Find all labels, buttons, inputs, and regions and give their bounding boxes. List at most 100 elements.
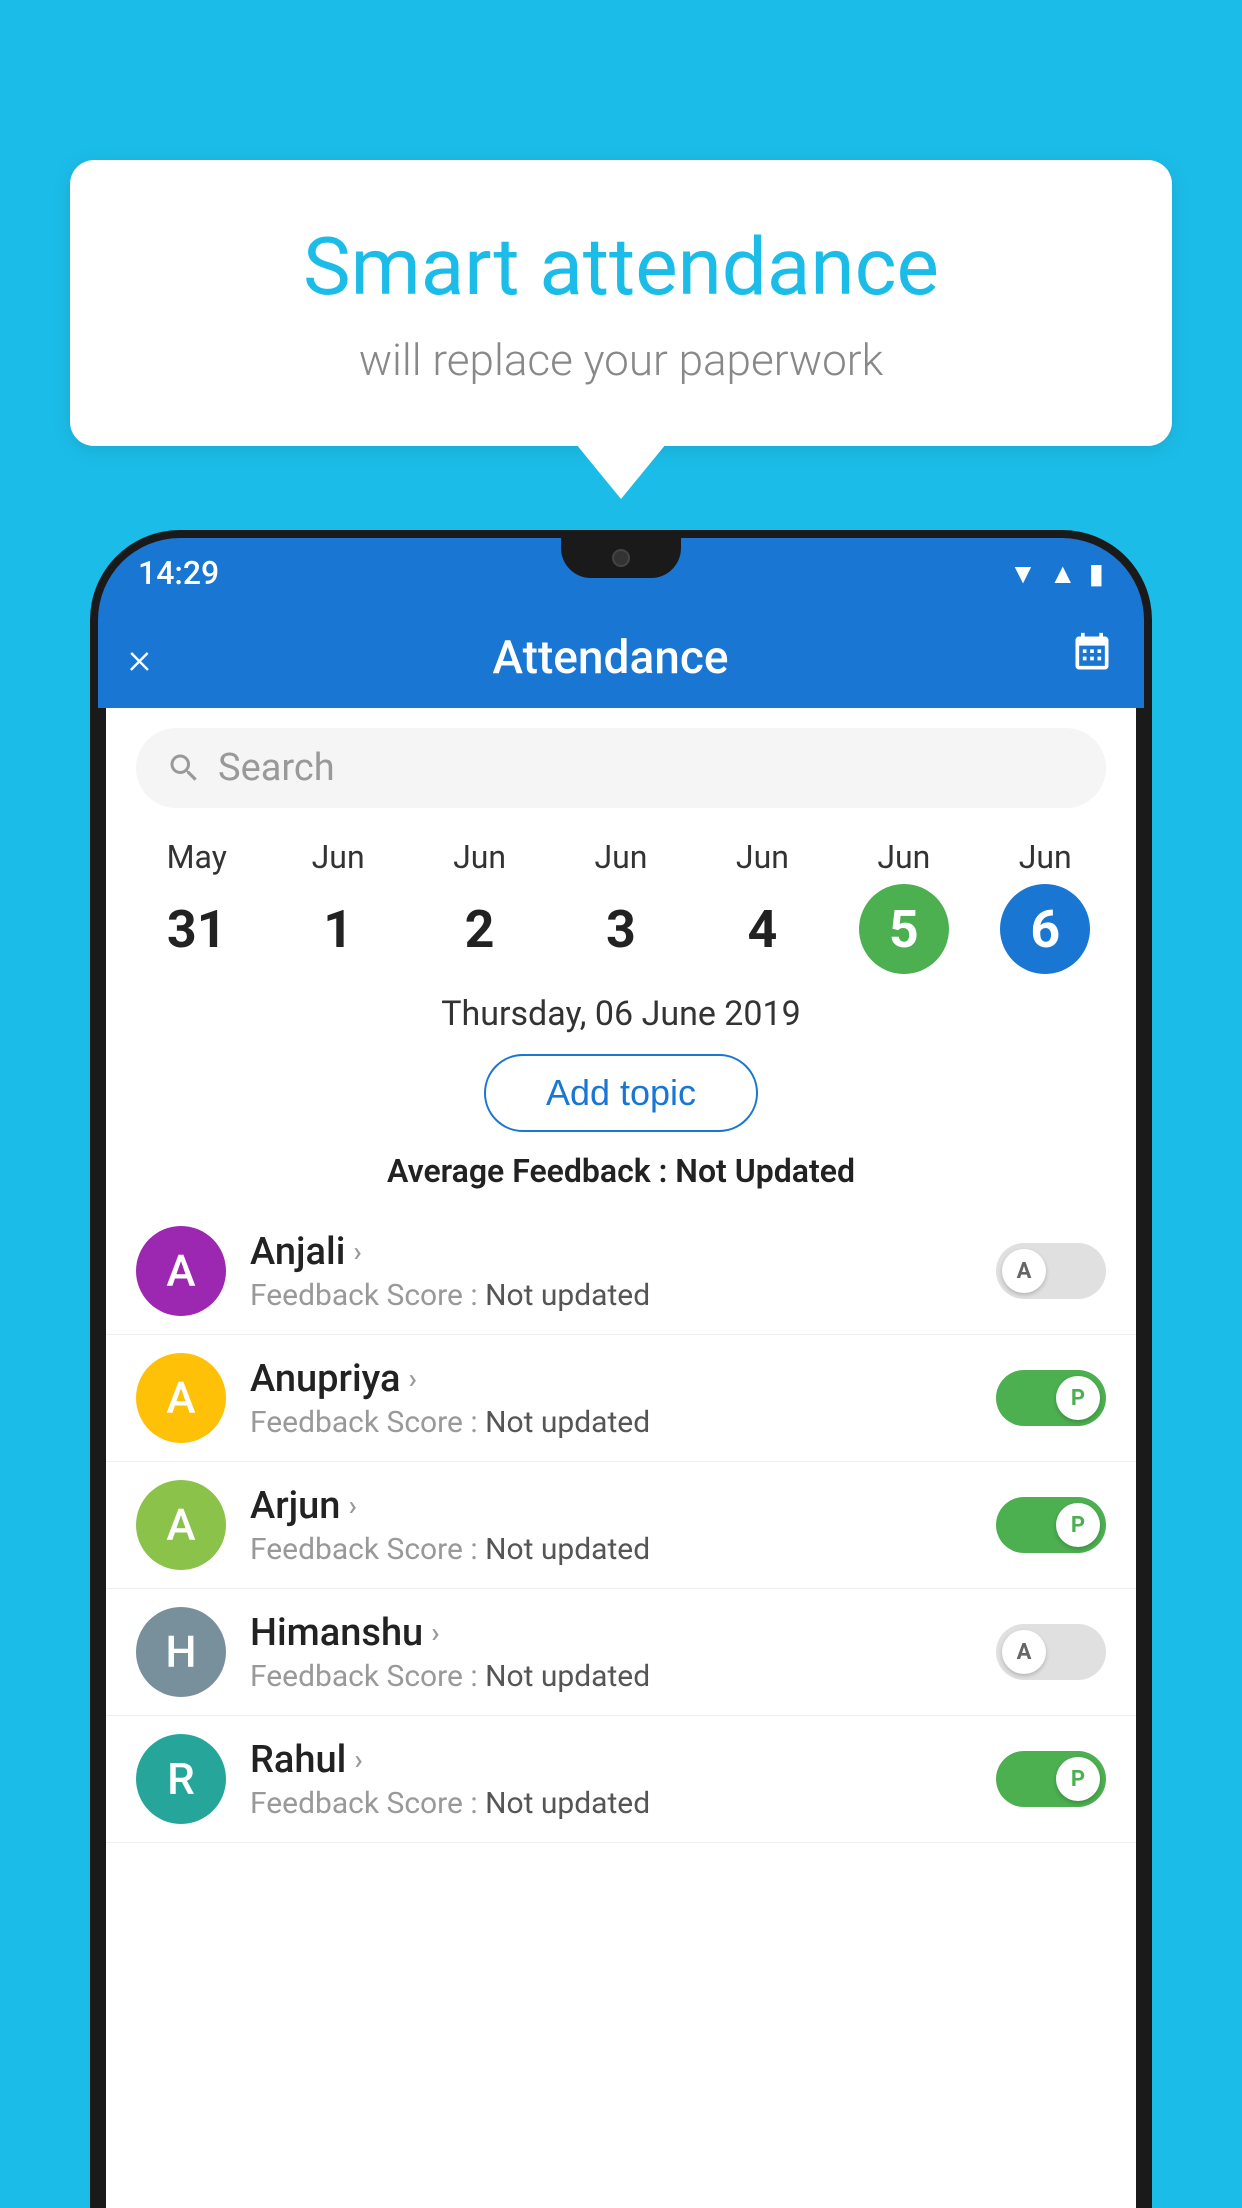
speech-bubble: Smart attendance will replace your paper… [70, 160, 1172, 446]
feedback-average-label: Average Feedback : [387, 1152, 667, 1190]
feedback-value-3: Not updated [485, 1659, 650, 1694]
battery-icon: ▮ [1089, 557, 1104, 590]
student-list: AAnjali ›Feedback Score : Not updatedAAA… [106, 1208, 1136, 1843]
calendar-day-1[interactable]: Jun 1 [288, 838, 388, 974]
student-feedback-4: Feedback Score : Not updated [250, 1786, 972, 1821]
student-item-0[interactable]: A Anjali › Feedback Score : Not updated A [106, 1208, 1136, 1335]
toggle-knob-4: P [1056, 1757, 1100, 1801]
search-bar-container: Search [106, 708, 1136, 828]
feedback-average: Average Feedback : Not Updated [106, 1142, 1136, 1208]
calendar-day-6[interactable]: Jun 6 [995, 838, 1095, 974]
selected-date-label: Thursday, 06 June 2019 [106, 974, 1136, 1044]
search-input[interactable]: Search [136, 728, 1106, 808]
calendar-month-1: Jun [312, 838, 365, 876]
toggle-container-0[interactable]: A [996, 1243, 1106, 1299]
student-avatar-2: A [136, 1480, 226, 1570]
wifi-icon: ▼ [1009, 557, 1037, 590]
calendar-date-0[interactable]: 31 [152, 884, 242, 974]
student-avatar-0: A [136, 1226, 226, 1316]
student-feedback-0: Feedback Score : Not updated [250, 1278, 972, 1313]
student-info-4: Rahul ›Feedback Score : Not updated [250, 1738, 972, 1821]
student-name-2: Arjun › [250, 1484, 972, 1528]
chevron-icon-2: › [348, 1489, 356, 1522]
calendar-day-4[interactable]: Jun 4 [712, 838, 812, 974]
student-item-1[interactable]: A Anupriya › Feedback Score : Not updated P [106, 1335, 1136, 1462]
calendar-month-5: Jun [877, 838, 930, 876]
student-name-0: Anjali › [250, 1230, 972, 1274]
calendar-day-2[interactable]: Jun 2 [430, 838, 530, 974]
chevron-icon-1: › [408, 1362, 416, 1395]
calendar-date-3[interactable]: 3 [576, 884, 666, 974]
calendar-day-3[interactable]: Jun3 [571, 838, 671, 974]
status-bar: 14:29 ▼ ▲ ▮ [98, 538, 1144, 608]
phone-frame: 14:29 ▼ ▲ ▮ × Attendance [90, 530, 1152, 2208]
close-button[interactable]: × [128, 632, 151, 684]
attendance-toggle-2[interactable]: P [996, 1497, 1106, 1553]
speech-bubble-title: Smart attendance [150, 220, 1092, 314]
feedback-value-1: Not updated [485, 1405, 650, 1440]
speech-bubble-container: Smart attendance will replace your paper… [70, 160, 1172, 499]
toggle-container-1[interactable]: P [996, 1370, 1106, 1426]
student-feedback-3: Feedback Score : Not updated [250, 1659, 972, 1694]
student-name-1: Anupriya › [250, 1357, 972, 1401]
speech-bubble-arrow [576, 444, 666, 499]
status-icons: ▼ ▲ ▮ [1009, 557, 1104, 590]
add-topic-button[interactable]: Add topic [484, 1054, 758, 1132]
screen-content: Search May 31 Jun 1 Jun 2 Jun3 Jun 4 Jun 5 Jun 6 Thu… [106, 708, 1136, 2208]
student-info-0: Anjali › Feedback Score : Not updated [250, 1230, 972, 1313]
camera [612, 549, 630, 567]
attendance-toggle-4[interactable]: P [996, 1751, 1106, 1807]
notch [561, 538, 681, 578]
feedback-value-2: Not updated [485, 1532, 650, 1567]
feedback-value-0: Not updated [485, 1278, 650, 1313]
toggle-knob-3: A [1002, 1630, 1046, 1674]
feedback-average-value: Not Updated [675, 1152, 855, 1190]
calendar-date-2[interactable]: 2 [435, 884, 525, 974]
student-item-2[interactable]: A Arjun › Feedback Score : Not updated P [106, 1462, 1136, 1589]
student-feedback-2: Feedback Score : Not updated [250, 1532, 972, 1567]
calendar-date-6[interactable]: 6 [1000, 884, 1090, 974]
toggle-container-4[interactable]: P [996, 1751, 1106, 1807]
attendance-toggle-3[interactable]: A [996, 1624, 1106, 1680]
student-item-3[interactable]: H Himanshu › Feedback Score : Not updated A [106, 1589, 1136, 1716]
calendar-date-1[interactable]: 1 [293, 884, 383, 974]
search-placeholder: Search [218, 746, 335, 790]
calendar-date-5[interactable]: 5 [859, 884, 949, 974]
calendar-month-0: May [167, 838, 227, 876]
calendar-month-4: Jun [736, 838, 789, 876]
add-topic-container: Add topic [106, 1054, 1136, 1132]
app-bar: × Attendance [98, 608, 1144, 708]
toggle-container-3[interactable]: A [996, 1624, 1106, 1680]
status-time: 14:29 [138, 554, 219, 592]
app-bar-title: Attendance [493, 631, 729, 685]
toggle-knob-0: A [1002, 1249, 1046, 1293]
student-avatar-3: H [136, 1607, 226, 1697]
student-feedback-1: Feedback Score : Not updated [250, 1405, 972, 1440]
student-info-3: Himanshu › Feedback Score : Not updated [250, 1611, 972, 1694]
chevron-icon-3: › [431, 1616, 439, 1649]
calendar-day-0[interactable]: May 31 [147, 838, 247, 974]
search-icon [166, 750, 202, 786]
attendance-toggle-1[interactable]: P [996, 1370, 1106, 1426]
calendar-strip: May 31 Jun 1 Jun 2 Jun3 Jun 4 Jun 5 Jun 6 [106, 828, 1136, 974]
student-avatar-4: R [136, 1734, 226, 1824]
speech-bubble-subtitle: will replace your paperwork [150, 334, 1092, 386]
student-info-2: Arjun › Feedback Score : Not updated [250, 1484, 972, 1567]
toggle-knob-2: P [1056, 1503, 1100, 1547]
feedback-value-4: Not updated [485, 1786, 650, 1821]
chevron-icon-0: › [353, 1235, 361, 1268]
signal-icon: ▲ [1049, 557, 1077, 590]
toggle-knob-1: P [1056, 1376, 1100, 1420]
student-info-1: Anupriya › Feedback Score : Not updated [250, 1357, 972, 1440]
student-item-4[interactable]: R Rahul ›Feedback Score : Not updated P [106, 1716, 1136, 1843]
calendar-date-4[interactable]: 4 [717, 884, 807, 974]
calendar-month-2: Jun [453, 838, 506, 876]
attendance-toggle-0[interactable]: A [996, 1243, 1106, 1299]
calendar-icon[interactable] [1070, 631, 1114, 685]
student-name-3: Himanshu › [250, 1611, 972, 1655]
calendar-month-6: Jun [1019, 838, 1072, 876]
calendar-day-5[interactable]: Jun 5 [854, 838, 954, 974]
student-avatar-1: A [136, 1353, 226, 1443]
toggle-container-2[interactable]: P [996, 1497, 1106, 1553]
phone-inner: 14:29 ▼ ▲ ▮ × Attendance [98, 538, 1144, 2208]
